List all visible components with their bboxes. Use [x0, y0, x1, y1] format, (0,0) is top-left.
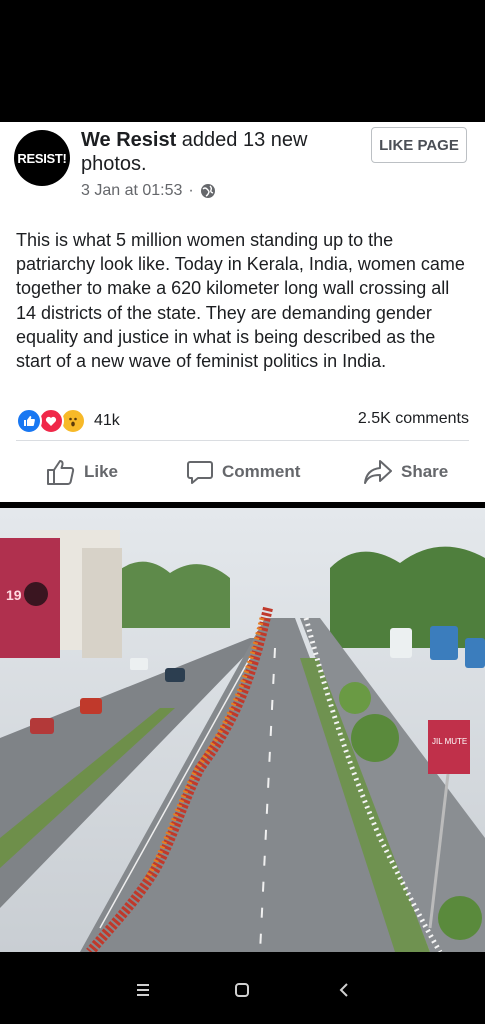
like-page-label: LIKE PAGE: [379, 136, 459, 154]
comment-bubble-icon: [186, 458, 214, 486]
comments-count-link[interactable]: 2.5K comments: [358, 410, 469, 428]
share-arrow-icon: [363, 458, 393, 486]
comment-button[interactable]: Comment: [186, 454, 300, 490]
like-icon: [16, 408, 42, 434]
post-actions-bar: Like Comment Share: [0, 454, 485, 490]
actions-divider: [16, 440, 469, 441]
post-header: We Resist added 13 new photos.: [81, 128, 351, 176]
back-icon[interactable]: [332, 980, 356, 1000]
home-icon[interactable]: [230, 980, 254, 1000]
android-navigation-bar: [0, 952, 485, 1024]
share-button[interactable]: Share: [363, 454, 448, 490]
post-photo[interactable]: 19 JIL MUTE: [0, 508, 485, 952]
status-bar: [0, 0, 485, 122]
globe-icon: [200, 183, 216, 199]
like-label: Like: [84, 462, 119, 481]
reactions-summary[interactable]: 41k: [16, 408, 120, 434]
comment-label: Comment: [222, 462, 301, 481]
meta-separator: ·: [188, 182, 194, 199]
like-button[interactable]: Like: [46, 454, 118, 490]
post-body-text: This is what 5 million women standing up…: [16, 230, 465, 372]
thumbs-up-icon: [46, 458, 76, 486]
like-page-button[interactable]: LIKE PAGE: [371, 127, 467, 163]
post-meta: 3 Jan at 01:53 ·: [81, 182, 216, 200]
post-timestamp[interactable]: 3 Jan at 01:53: [81, 182, 182, 200]
share-label: Share: [401, 462, 449, 481]
reaction-count: 41k: [94, 412, 120, 429]
avatar-text: RESIST!: [17, 150, 67, 166]
road-sign-text: JIL MUTE: [432, 737, 467, 746]
page-name-link[interactable]: We Resist: [81, 129, 176, 151]
page-avatar[interactable]: RESIST!: [14, 130, 70, 186]
post-card: RESIST! We Resist added 13 new photos. 3…: [0, 122, 485, 502]
recent-apps-icon[interactable]: [131, 980, 155, 1000]
billboard-text: 19: [6, 587, 22, 603]
